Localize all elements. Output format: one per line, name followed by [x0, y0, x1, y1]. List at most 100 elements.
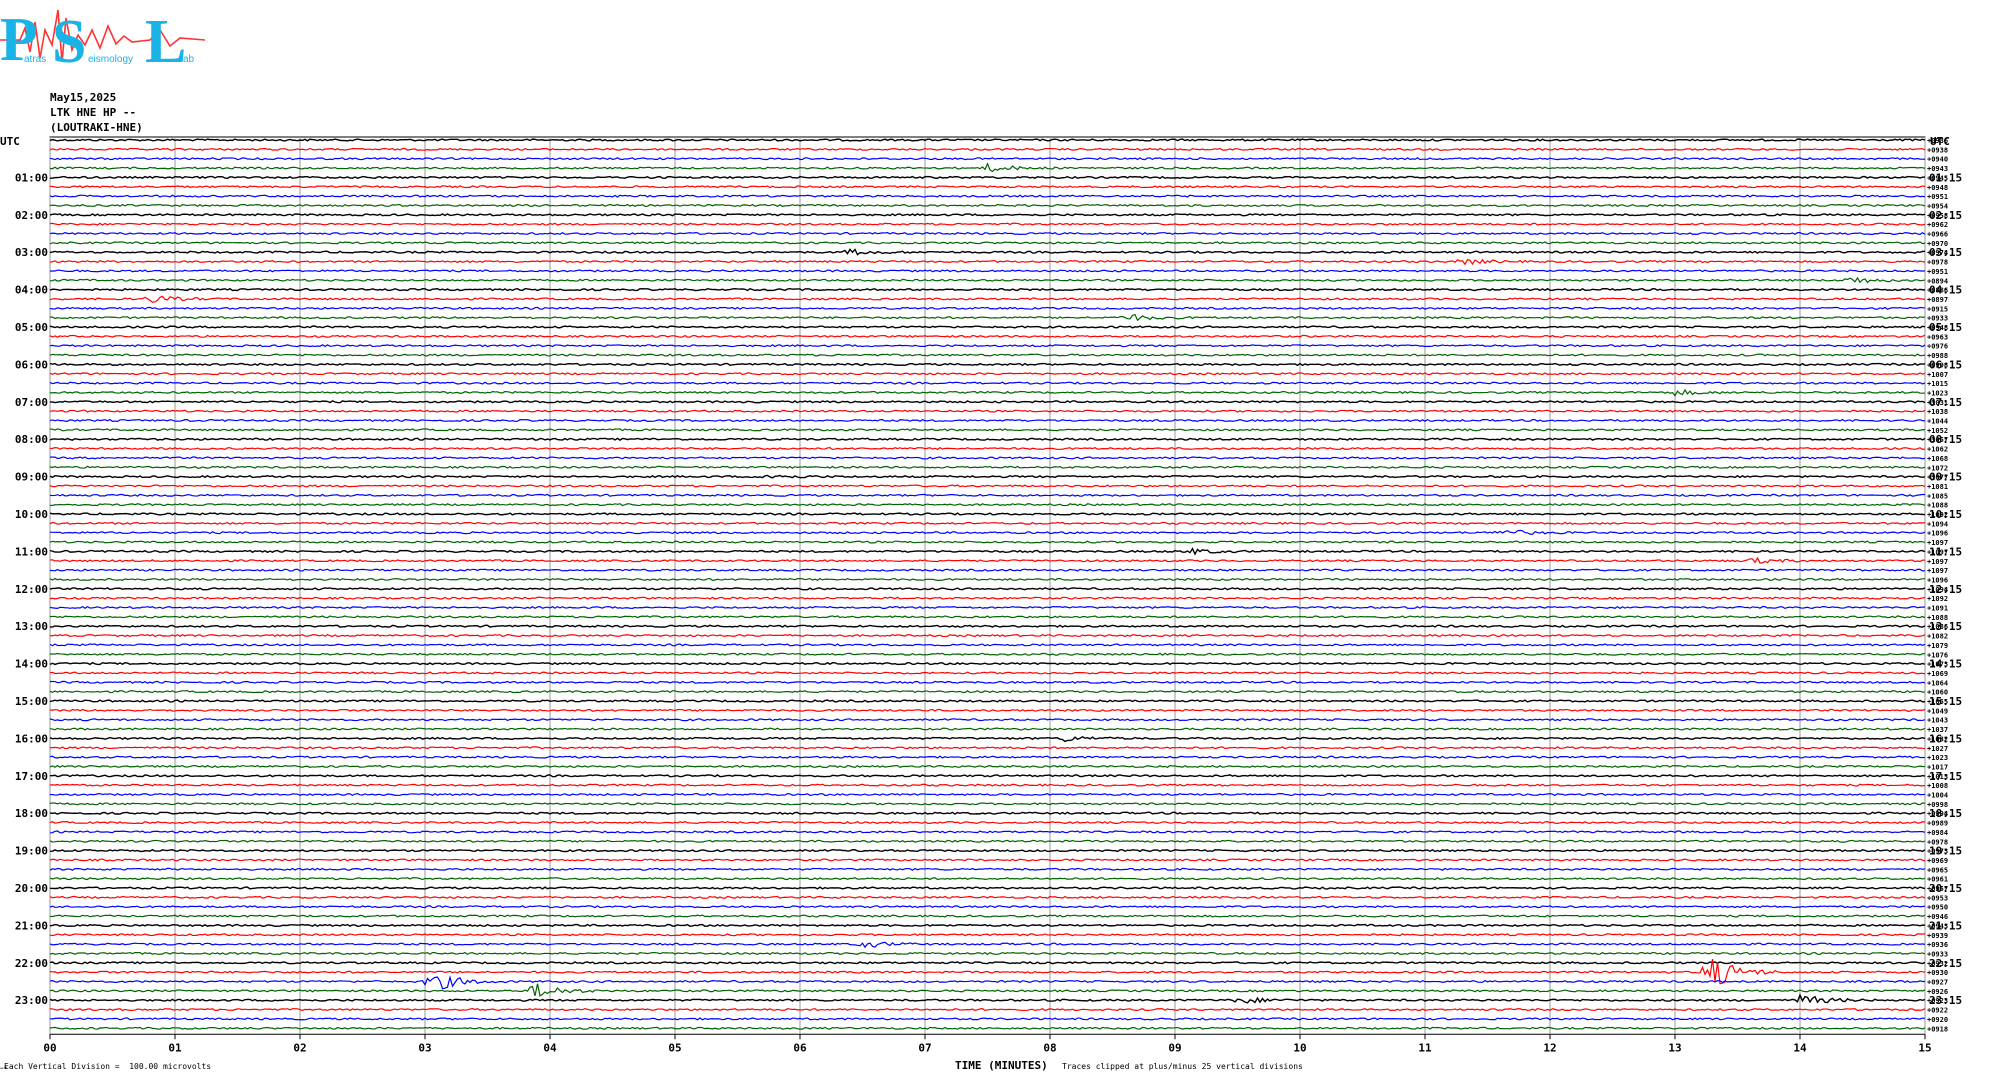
trace-line [49, 858, 1926, 862]
trace-line [49, 325, 1926, 329]
trace-line [49, 568, 1926, 572]
trace-offset-label: +0950 [1927, 904, 1948, 912]
trace-offset-label: +0936 [1927, 941, 1948, 949]
x-tick-label: 11 [1418, 1041, 1432, 1054]
trace-line [49, 877, 1926, 881]
trace-line [49, 933, 1926, 937]
trace-offset-label: +1023 [1927, 754, 1948, 762]
trace-line [49, 334, 1926, 338]
trace-line [49, 718, 1926, 722]
trace-line [49, 661, 1926, 666]
trace-line [49, 867, 1926, 871]
hour-label-left: 15:00 [15, 695, 48, 708]
trace-offset-label: +1082 [1927, 633, 1948, 641]
hour-label-left: 20:00 [15, 882, 48, 895]
trace-offset-label: +1043 [1927, 717, 1948, 725]
trace-offset-label: +0976 [1927, 343, 1948, 351]
trace-line [49, 157, 1926, 161]
hour-label-right: 04:15 [1929, 284, 1962, 297]
trace-line [49, 914, 1926, 918]
trace-line [49, 437, 1926, 441]
trace-offset-label: +1097 [1927, 558, 1948, 566]
hour-label-left: 16:00 [15, 732, 48, 745]
trace-offset-label: +0915 [1927, 305, 1948, 313]
hour-label-right: 14:15 [1929, 658, 1962, 671]
trace-line [49, 269, 1926, 273]
trace-line [49, 596, 1926, 600]
trace-line [49, 400, 1926, 404]
trace-line [49, 680, 1926, 684]
trace-offset-label: +1068 [1927, 455, 1948, 463]
trace-offset-label: +0966 [1927, 231, 1948, 239]
trace-line [49, 671, 1926, 675]
hour-label-right: 12:15 [1929, 583, 1962, 596]
trace-line [49, 983, 1926, 997]
trace-line [49, 755, 1926, 759]
trace-line [49, 764, 1926, 769]
trace-line [49, 652, 1926, 656]
trace-line [49, 362, 1926, 367]
hour-label-left: 18:00 [15, 807, 48, 820]
trace-line [49, 941, 1926, 949]
hour-label-left: 19:00 [15, 845, 48, 858]
hour-label-right: 15:15 [1929, 695, 1962, 708]
trace-line [49, 521, 1926, 525]
trace-offset-label: +1096 [1927, 530, 1948, 538]
hour-label-right: 23:15 [1929, 994, 1962, 1007]
trace-offset-label: +0948 [1927, 184, 1948, 192]
x-tick-label: 10 [1293, 1041, 1306, 1054]
trace-line [49, 633, 1926, 638]
trace-offset-label: +1079 [1927, 642, 1948, 650]
trace-line [49, 727, 1926, 731]
trace-offset-label: +0951 [1927, 268, 1948, 276]
trace-line [49, 138, 1926, 142]
x-tick-label: 03 [418, 1041, 431, 1054]
hour-label-right: 20:15 [1929, 882, 1962, 895]
trace-line [49, 699, 1926, 703]
clipping-note: Traces clipped at plus/minus 25 vertical… [1062, 1062, 1303, 1071]
trace-line [49, 258, 1926, 266]
trace-offset-label: +0984 [1927, 829, 1948, 837]
x-tick-label: 14 [1793, 1041, 1807, 1054]
trace-line [49, 185, 1926, 189]
hour-label-left: 02:00 [15, 209, 48, 222]
x-tick-label: 13 [1668, 1041, 1681, 1054]
trace-offset-label: +1015 [1927, 380, 1948, 388]
trace-line [49, 961, 1926, 965]
trace-line [49, 923, 1926, 928]
trace-line [49, 474, 1926, 479]
trace-offset-label: +0939 [1927, 932, 1948, 940]
trace-line [49, 1007, 1926, 1012]
trace-line [49, 493, 1926, 497]
hour-label-left: 17:00 [15, 770, 48, 783]
hour-label-right: 22:15 [1929, 957, 1962, 970]
hour-label-left: 14:00 [15, 658, 48, 671]
trace-line [49, 372, 1926, 376]
hour-label-left: 11:00 [15, 545, 48, 558]
trace-line [49, 295, 1926, 303]
trace-line [49, 446, 1926, 451]
trace-line [49, 381, 1926, 385]
trace-line [49, 540, 1926, 544]
trace-line [49, 820, 1926, 825]
hour-label-right: 18:15 [1929, 807, 1962, 820]
trace-line [49, 547, 1926, 556]
x-tick-label: 02 [293, 1041, 306, 1054]
trace-line [49, 418, 1926, 423]
vertical-division-note: Each Vertical Division = 100.00 microvol… [4, 1062, 212, 1071]
trace-offset-label: +0922 [1927, 1007, 1948, 1015]
trace-offset-label: +1008 [1927, 782, 1948, 790]
x-tick-label: 12 [1543, 1041, 1556, 1054]
hour-label-left: 01:00 [15, 171, 48, 184]
trace-offset-label: +1027 [1927, 745, 1948, 753]
hour-label-right: 07:15 [1929, 396, 1962, 409]
trace-offset-label: +1049 [1927, 707, 1948, 715]
trace-line [49, 735, 1926, 743]
trace-line [49, 276, 1926, 284]
trace-offset-label: +1062 [1927, 446, 1948, 454]
trace-line [49, 503, 1926, 507]
trace-offset-label: +1038 [1927, 408, 1948, 416]
trace-line [49, 175, 1926, 180]
trace-line [49, 456, 1926, 460]
x-tick-label: 01 [168, 1041, 182, 1054]
